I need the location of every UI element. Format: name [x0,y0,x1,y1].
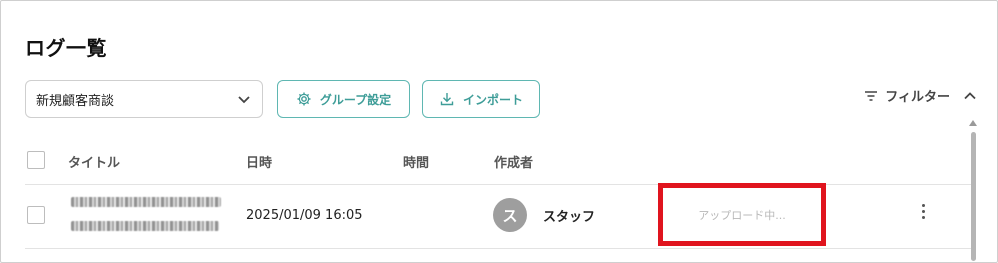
scroll-up-arrow-icon[interactable] [968,120,978,128]
column-header-datetime: 日時 [246,156,273,171]
kebab-menu-icon[interactable] [920,204,926,219]
upload-status-highlight: アップロード中... [658,183,826,246]
scrollbar-thumb[interactable] [971,132,976,261]
row-datetime: 2025/01/09 16:05 [246,208,363,223]
gear-icon [297,92,311,106]
filter-label: フィルター [885,90,950,105]
chevron-up-icon [964,91,976,99]
upload-status-text: アップロード中... [698,208,786,222]
group-select[interactable]: 新規顧客商談 [25,80,263,118]
page-title: ログ一覧 [25,36,107,60]
table-header: タイトル 日時 時間 作成者 [25,140,975,185]
group-settings-label: グループ設定 [319,92,392,107]
column-header-duration: 時間 [403,156,430,171]
import-button[interactable]: インポート [422,80,540,118]
row-checkbox[interactable] [27,206,45,224]
select-all-checkbox[interactable] [27,151,45,169]
column-header-title: タイトル [68,156,121,171]
group-select-value: 新規顧客商談 [36,93,115,109]
row-author-name: スタッフ [543,210,596,225]
table-row[interactable]: 2025/01/09 16:05 ス スタッフ [25,184,975,249]
import-label: インポート [462,92,523,107]
filter-lines-icon [865,90,878,101]
filter-toggle[interactable]: フィルター [863,86,978,105]
redacted-title-line [71,197,221,207]
avatar: ス [493,198,527,232]
download-icon [440,93,454,106]
chevron-down-icon [238,96,250,104]
redacted-title-line [71,221,219,231]
group-settings-button[interactable]: グループ設定 [277,80,410,118]
column-header-author: 作成者 [494,156,534,171]
